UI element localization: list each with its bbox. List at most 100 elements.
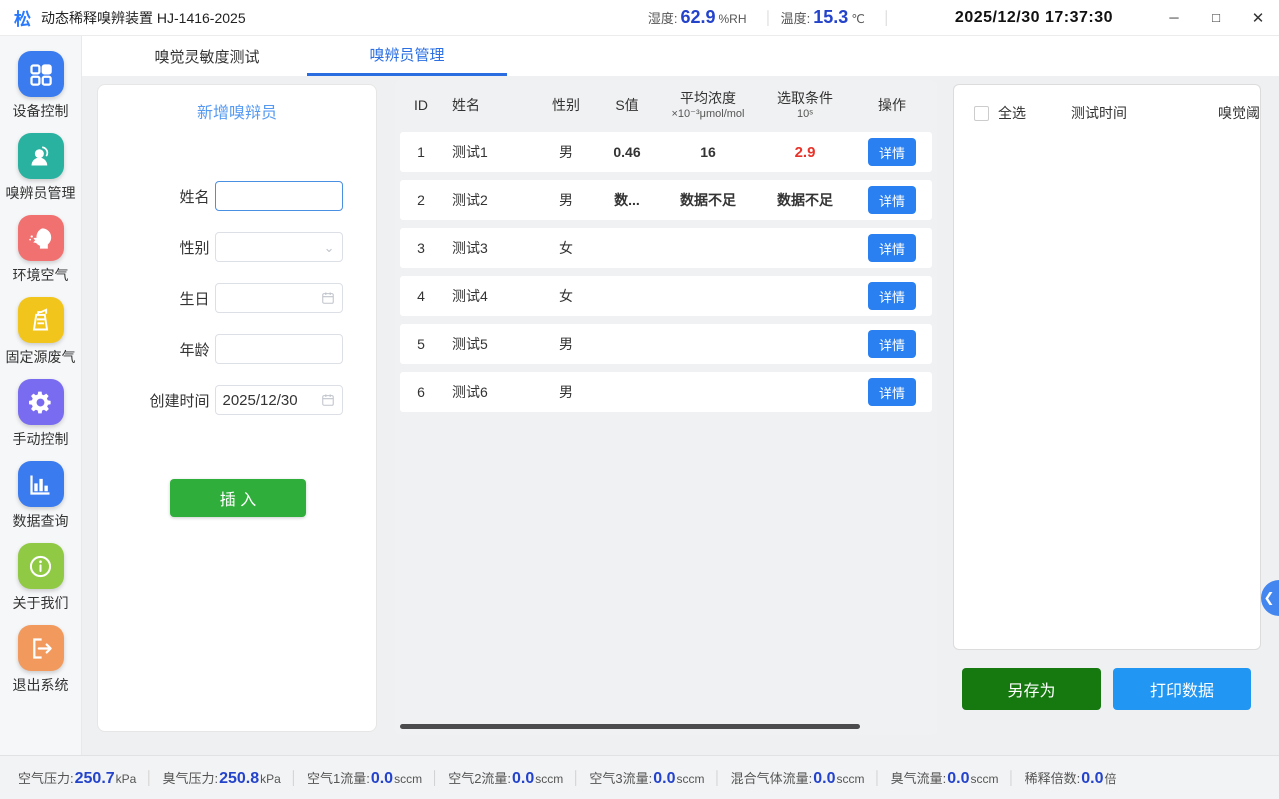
gear-icon [18,379,64,425]
status-unit: sccm [535,772,563,786]
tab-sniffer-management[interactable]: 嗅辨员管理 [307,36,507,76]
titlebar: 松 动态稀释嗅辨装置 HJ-1416-2025 湿度: 62.9 %RH │ 温… [0,0,1279,36]
cell-avg-concentration: 16 [658,144,758,160]
select-all-label[interactable]: 全选 [998,103,1026,123]
humidity-readout: 湿度: 62.9 %RH [648,7,747,28]
age-input[interactable] [215,334,343,364]
humidity-label: 湿度: [648,8,678,27]
maximize-button[interactable]: □ [1195,0,1237,36]
status-item: 混合气体流量:0.0sccm [731,768,865,788]
status-value: 0.0 [1081,770,1103,788]
detail-button[interactable]: 详情 [868,186,916,214]
status-value: 0.0 [813,770,835,788]
panel-expand-toggle[interactable]: ❮ [1261,580,1279,616]
separator: │ [874,770,882,785]
print-data-button[interactable]: 打印数据 [1113,668,1251,710]
detail-button[interactable]: 详情 [868,234,916,262]
created-time-field: 创建时间2025/12/30 [132,385,343,415]
sidebar-item-ambient-air[interactable]: 环境空气 [13,215,69,285]
name-label: 姓名 [132,186,210,207]
status-unit: sccm [394,772,422,786]
gender-select[interactable]: ⌄ [215,232,343,262]
sidebar-item-waste-gas[interactable]: 固定源废气 [6,297,76,367]
status-unit: sccm [837,772,865,786]
cell-s-value: 数... [596,190,658,210]
close-button[interactable]: ✕ [1237,0,1279,36]
column-header: 姓名 [442,97,536,115]
status-item: 空气2流量:0.0sccm [448,768,563,788]
cell-id: 4 [400,288,442,304]
gender-field: 性别⌄ [132,232,343,262]
sidebar-item-label: 嗅辨员管理 [6,183,76,203]
cell-id: 6 [400,384,442,400]
column-header: S值 [596,97,658,115]
column-header-olfactory-threshold: 嗅觉阈值 [1218,103,1261,123]
table-row: 1测试1男0.46162.9详情 [400,132,932,172]
status-unit: kPa [116,772,137,786]
status-value: 250.7 [75,770,115,788]
cell-name: 测试3 [442,238,536,258]
status-label: 混合气体流量: [731,768,813,787]
sidebar-item-gear[interactable]: 手动控制 [13,379,69,449]
column-header: 性别 [536,97,596,115]
results-header: 全选 测试时间 嗅觉阈值 [954,101,1260,125]
status-label: 空气压力: [18,768,74,787]
bar-chart-icon [18,461,64,507]
detail-button[interactable]: 详情 [868,138,916,166]
minimize-button[interactable]: ─ [1153,0,1195,36]
select-all-checkbox[interactable] [974,106,989,121]
separator: │ [883,10,891,25]
status-label: 空气1流量: [307,768,370,787]
separator: │ [572,770,580,785]
grid-icon [18,51,64,97]
horizontal-scrollbar[interactable] [400,724,860,729]
waste-gas-icon [18,297,64,343]
sidebar-item-bar-chart[interactable]: 数据查询 [13,461,69,531]
detail-button[interactable]: 详情 [868,378,916,406]
birthday-date-input[interactable] [215,283,343,313]
tabbar: 嗅觉灵敏度测试 嗅辨员管理 [82,36,1279,76]
status-item: 空气压力:250.7kPa [18,768,136,788]
sidebar-item-info[interactable]: 关于我们 [13,543,69,613]
name-input[interactable] [215,181,343,211]
status-label: 空气3流量: [589,768,652,787]
created-time-date-input[interactable]: 2025/12/30 [215,385,343,415]
status-label: 空气2流量: [448,768,511,787]
status-item: 臭气流量:0.0sccm [891,768,999,788]
sidebar-item-sniffer-person[interactable]: 嗅辨员管理 [6,133,76,203]
detail-button[interactable]: 详情 [868,282,916,310]
table-row: 3测试3女详情 [400,228,932,268]
sidebar-item-label: 手动控制 [13,429,69,449]
column-header: 选取条件10ˢ [758,90,852,121]
sidebar-item-grid[interactable]: 设备控制 [13,51,69,121]
statusbar: 空气压力:250.7kPa│臭气压力:250.8kPa│空气1流量:0.0scc… [0,755,1279,799]
age-label: 年龄 [132,339,210,360]
insert-button[interactable]: 插 入 [170,479,306,517]
status-value: 0.0 [947,770,969,788]
detail-button[interactable]: 详情 [868,330,916,358]
tab-olfactory-sensitivity-test[interactable]: 嗅觉灵敏度测试 [107,36,307,76]
datetime: 2025/12/30 17:37:30 [955,9,1113,27]
form-fields: 姓名性别⌄ 生日年龄创建时间2025/12/30 [98,181,376,415]
sidebar-item-label: 环境空气 [13,265,69,285]
cell-gender: 男 [536,190,596,210]
temperature-unit: ℃ [851,12,864,26]
app-title: 动态稀释嗅辨装置 HJ-1416-2025 [41,8,246,28]
separator: │ [290,770,298,785]
save-as-button[interactable]: 另存为 [962,668,1101,710]
sidebar: 设备控制嗅辨员管理环境空气固定源废气手动控制数据查询关于我们退出系统 [0,36,82,755]
separator: │ [431,770,439,785]
status-item: 稀释倍数:0.0倍 [1025,768,1117,788]
status-item: 空气3流量:0.0sccm [589,768,704,788]
cell-gender: 男 [536,334,596,354]
cell-gender: 女 [536,286,596,306]
birthday-label: 生日 [132,288,210,309]
temperature-value: 15.3 [813,7,848,28]
status-value: 0.0 [512,770,534,788]
app-logo: 松 [14,5,31,30]
sidebar-item-exit[interactable]: 退出系统 [13,625,69,695]
sidebar-item-label: 数据查询 [13,511,69,531]
status-value: 250.8 [219,770,259,788]
table-header: ID姓名性别S值平均浓度×10⁻³μmol/mol选取条件10ˢ操作 [400,80,932,132]
status-item: 空气1流量:0.0sccm [307,768,422,788]
